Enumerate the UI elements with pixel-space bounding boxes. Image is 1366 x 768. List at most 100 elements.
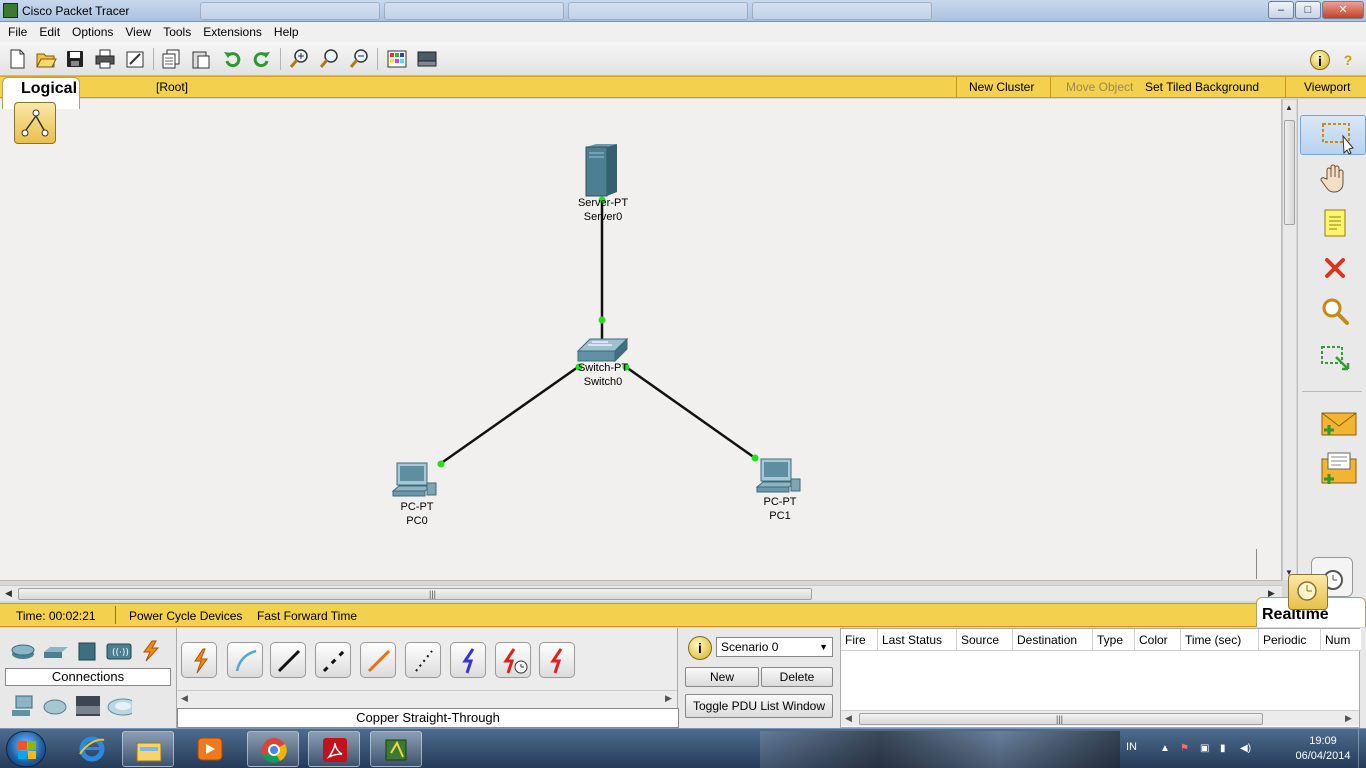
place-note-tool[interactable] bbox=[1318, 206, 1352, 240]
pc0-icon[interactable] bbox=[391, 462, 437, 497]
taskbar-packet-tracer[interactable] bbox=[370, 731, 422, 767]
palette-button[interactable] bbox=[386, 48, 408, 70]
menu-tools[interactable]: Tools bbox=[157, 25, 197, 39]
paste-button[interactable] bbox=[190, 48, 212, 70]
custom-devices-category-icon[interactable] bbox=[74, 694, 100, 716]
serial-dte-button[interactable] bbox=[539, 642, 575, 678]
taskbar-chrome[interactable] bbox=[247, 731, 299, 767]
logical-view-icon[interactable] bbox=[14, 102, 56, 144]
wan-emulation-category-icon[interactable] bbox=[42, 694, 68, 716]
new-scenario-button[interactable]: New bbox=[685, 667, 759, 687]
copper-cross-button[interactable] bbox=[315, 642, 351, 678]
taskbar-explorer[interactable] bbox=[122, 731, 174, 767]
column-last-status[interactable]: Last Status bbox=[878, 629, 957, 651]
pc1-icon[interactable] bbox=[755, 458, 801, 493]
router-category-icon[interactable] bbox=[10, 640, 36, 662]
info-icon[interactable]: i bbox=[1310, 50, 1330, 70]
new-button[interactable] bbox=[6, 48, 28, 70]
language-indicator[interactable]: IN bbox=[1126, 741, 1137, 753]
automatic-cable-button[interactable] bbox=[181, 642, 217, 678]
column-num[interactable]: Num bbox=[1321, 629, 1359, 651]
menu-edit[interactable]: Edit bbox=[33, 25, 66, 39]
column-color[interactable]: Color bbox=[1135, 629, 1181, 651]
show-hidden-icons-icon[interactable]: ▲ bbox=[1160, 743, 1172, 755]
pdu-list-scrollbar[interactable]: ◀ ||| ▶ bbox=[841, 710, 1359, 726]
close-button[interactable]: ✕ bbox=[1322, 1, 1364, 19]
set-tiled-background-button[interactable]: Set Tiled Background bbox=[1145, 80, 1259, 94]
menu-help[interactable]: Help bbox=[268, 25, 305, 39]
action-center-icon[interactable]: ⚑ bbox=[1180, 743, 1192, 755]
maximize-button[interactable]: □ bbox=[1295, 1, 1321, 19]
save-button[interactable] bbox=[64, 48, 86, 70]
new-cluster-button[interactable]: New Cluster bbox=[969, 80, 1034, 94]
clock[interactable]: 19:09 06/04/2014 bbox=[1288, 734, 1358, 764]
column-time[interactable]: Time (sec) bbox=[1181, 629, 1259, 651]
copper-straight-button[interactable] bbox=[270, 642, 306, 678]
zoom-in-button[interactable] bbox=[288, 48, 310, 70]
add-complex-pdu-tool[interactable] bbox=[1318, 451, 1357, 485]
resize-shape-tool[interactable] bbox=[1318, 341, 1352, 375]
connections-category-icon[interactable] bbox=[138, 640, 164, 662]
workspace-vertical-scrollbar[interactable]: ▲ ▼ bbox=[1282, 100, 1296, 580]
taskbar-media-player[interactable] bbox=[184, 731, 236, 767]
column-type[interactable]: Type bbox=[1093, 629, 1135, 651]
server-icon[interactable] bbox=[585, 144, 617, 197]
taskbar-ie[interactable] bbox=[66, 731, 118, 767]
wireless-category-icon[interactable]: ((·)) bbox=[106, 640, 132, 662]
menu-options[interactable]: Options bbox=[66, 25, 119, 39]
column-fire[interactable]: Fire bbox=[841, 629, 878, 651]
hub-category-icon[interactable] bbox=[74, 640, 100, 662]
switch-category-icon[interactable] bbox=[42, 640, 68, 662]
menu-file[interactable]: File bbox=[2, 25, 33, 39]
scroll-up-icon[interactable]: ▲ bbox=[1285, 103, 1293, 112]
copy-button[interactable] bbox=[160, 48, 182, 70]
select-tool[interactable] bbox=[1300, 115, 1366, 155]
scroll-left-icon[interactable]: ◀ bbox=[5, 588, 12, 599]
move-object-button[interactable]: Move Object bbox=[1066, 80, 1133, 94]
zoom-reset-button[interactable] bbox=[318, 48, 340, 70]
delete-scenario-button[interactable]: Delete bbox=[761, 667, 833, 687]
move-layout-tool[interactable] bbox=[1318, 161, 1352, 195]
scenario-info-icon[interactable]: i bbox=[688, 636, 712, 660]
realtime-mode-icon[interactable] bbox=[1288, 574, 1328, 610]
serial-dce-button[interactable] bbox=[495, 642, 531, 678]
redo-button[interactable] bbox=[251, 48, 273, 70]
scenario-dropdown[interactable]: Scenario 0 ▼ bbox=[716, 637, 833, 657]
multiuser-category-icon[interactable] bbox=[106, 694, 132, 716]
zoom-out-button[interactable] bbox=[348, 48, 370, 70]
taskbar-acrobat[interactable] bbox=[308, 731, 360, 767]
coaxial-cable-button[interactable] bbox=[450, 642, 486, 678]
activity-wizard-button[interactable] bbox=[124, 48, 146, 70]
menu-view[interactable]: View bbox=[119, 25, 157, 39]
network-icon[interactable]: ▮ bbox=[1220, 743, 1232, 755]
volume-icon[interactable]: ◀) bbox=[1240, 743, 1252, 755]
scroll-left-icon[interactable]: ◀ bbox=[181, 693, 188, 704]
power-cycle-button[interactable]: Power Cycle Devices bbox=[129, 609, 242, 623]
toggle-pdu-list-button[interactable]: Toggle PDU List Window bbox=[685, 694, 833, 718]
column-source[interactable]: Source bbox=[957, 629, 1013, 651]
cable-scrollbar[interactable]: ◀ ▶ bbox=[177, 690, 677, 706]
column-destination[interactable]: Destination bbox=[1013, 629, 1093, 651]
device-icon[interactable]: ▣ bbox=[1200, 743, 1212, 755]
open-button[interactable] bbox=[35, 48, 57, 70]
column-periodic[interactable]: Periodic bbox=[1259, 629, 1321, 651]
scroll-right-icon[interactable]: ▶ bbox=[665, 693, 672, 704]
undo-button[interactable] bbox=[221, 48, 243, 70]
help-icon[interactable]: ? bbox=[1338, 50, 1358, 70]
show-desktop-button[interactable] bbox=[1358, 729, 1366, 768]
fiber-cable-button[interactable] bbox=[360, 642, 396, 678]
start-button[interactable] bbox=[6, 731, 46, 767]
pdu-scroll-thumb[interactable]: ||| bbox=[859, 713, 1263, 725]
fast-forward-button[interactable]: Fast Forward Time bbox=[257, 609, 357, 623]
console-cable-button[interactable] bbox=[227, 642, 263, 678]
add-simple-pdu-tool[interactable] bbox=[1318, 407, 1357, 441]
menu-extensions[interactable]: Extensions bbox=[197, 25, 268, 39]
scroll-left-icon[interactable]: ◀ bbox=[845, 713, 852, 724]
minimize-button[interactable]: – bbox=[1268, 1, 1294, 19]
custom-device-button[interactable] bbox=[416, 48, 438, 70]
delete-tool[interactable] bbox=[1318, 251, 1352, 285]
vertical-scroll-thumb[interactable] bbox=[1284, 120, 1295, 225]
viewport-button[interactable]: Viewport bbox=[1304, 80, 1350, 94]
root-breadcrumb[interactable]: [Root] bbox=[156, 80, 188, 94]
phone-cable-button[interactable] bbox=[405, 642, 441, 678]
